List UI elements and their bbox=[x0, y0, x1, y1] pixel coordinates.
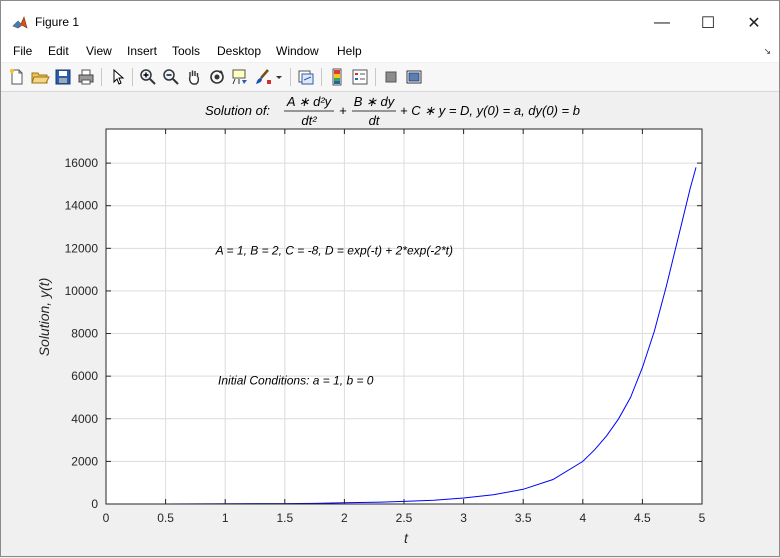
y-tick-label: 8000 bbox=[71, 327, 98, 341]
y-axis-label: Solution, y(t) bbox=[36, 278, 52, 357]
toolbar-separator bbox=[132, 68, 133, 86]
minimize-icon: — bbox=[654, 14, 670, 31]
x-tick-label: 4.5 bbox=[634, 511, 651, 525]
toolbar-separator bbox=[290, 68, 291, 86]
title-frac2-numerator: B ∗ dy bbox=[354, 94, 396, 109]
title-prefix: Solution of: bbox=[205, 103, 270, 118]
x-tick-label: 0.5 bbox=[157, 511, 174, 525]
title-plus: + bbox=[339, 103, 347, 118]
close-button[interactable]: ✕ bbox=[731, 9, 777, 37]
menu-file[interactable]: File bbox=[13, 44, 32, 58]
dropdown-arrow-icon[interactable] bbox=[273, 67, 285, 87]
minimize-button[interactable]: — bbox=[639, 9, 685, 37]
chart-svg: 0 0.5 1 1.5 2 2.5 3 3.5 4 4.5 5 0 2000 4000 6000 8000 10… bbox=[7, 93, 775, 553]
maximize-button[interactable]: ☐ bbox=[685, 9, 731, 37]
show-plot-tools-icon[interactable] bbox=[404, 67, 424, 87]
toolbar-separator bbox=[321, 68, 322, 86]
figure-canvas: 0 0.5 1 1.5 2 2.5 3 3.5 4 4.5 5 0 2000 4000 6000 8000 10… bbox=[7, 93, 775, 553]
y-tick-label: 12000 bbox=[65, 241, 99, 255]
menu-bar: File Edit View Insert Tools Desktop Wind… bbox=[1, 41, 779, 62]
menu-desktop[interactable]: Desktop bbox=[217, 44, 261, 58]
title-tail: + C ∗ y = D, y(0) = a, dy(0) = b bbox=[400, 103, 580, 118]
menu-view[interactable]: View bbox=[86, 44, 112, 58]
toolbar-separator bbox=[375, 68, 376, 86]
menu-help[interactable]: Help bbox=[337, 44, 362, 58]
save-icon[interactable] bbox=[53, 67, 73, 87]
zoom-in-icon[interactable] bbox=[138, 67, 158, 87]
x-tick-label: 3 bbox=[460, 511, 467, 525]
title-frac1-numerator: A ∗ d²y bbox=[286, 94, 333, 109]
title-bar: Figure 1 — ☐ ✕ bbox=[1, 1, 779, 41]
x-tick-label: 0 bbox=[103, 511, 110, 525]
link-plot-icon[interactable] bbox=[296, 67, 316, 87]
menu-window[interactable]: Window bbox=[276, 44, 319, 58]
data-cursor-icon[interactable] bbox=[230, 67, 250, 87]
x-tick-label: 4 bbox=[579, 511, 586, 525]
y-tick-label: 0 bbox=[91, 497, 98, 511]
colorbar-icon[interactable] bbox=[327, 67, 347, 87]
matlab-logo-icon bbox=[12, 15, 28, 31]
menu-tools[interactable]: Tools bbox=[172, 44, 200, 58]
brush-icon[interactable] bbox=[253, 67, 273, 87]
x-tick-label: 2 bbox=[341, 511, 348, 525]
y-tick-label: 16000 bbox=[65, 156, 99, 170]
open-file-icon[interactable] bbox=[30, 67, 50, 87]
x-tick-label: 5 bbox=[699, 511, 706, 525]
menu-insert[interactable]: Insert bbox=[127, 44, 157, 58]
title-frac2-denominator: dt bbox=[369, 113, 381, 128]
title-frac1-denominator: dt² bbox=[301, 113, 317, 128]
annotation-initial-conditions: Initial Conditions: a = 1, b = 0 bbox=[218, 374, 374, 388]
y-tick-label: 4000 bbox=[71, 412, 98, 426]
hide-plot-tools-icon[interactable] bbox=[381, 67, 401, 87]
x-tick-label: 3.5 bbox=[515, 511, 532, 525]
window-title: Figure 1 bbox=[35, 15, 80, 29]
legend-icon[interactable] bbox=[350, 67, 370, 87]
menu-edit[interactable]: Edit bbox=[48, 44, 69, 58]
x-tick-label: 1.5 bbox=[276, 511, 293, 525]
y-tick-label: 6000 bbox=[71, 369, 98, 383]
annotation-coefficients: A = 1, B = 2, C = -8, D = exp(-t) + 2*ex… bbox=[215, 244, 453, 258]
x-tick-label: 1 bbox=[222, 511, 229, 525]
print-icon[interactable] bbox=[76, 67, 96, 87]
close-icon: ✕ bbox=[747, 15, 761, 32]
zoom-out-icon[interactable] bbox=[161, 67, 181, 87]
y-tick-label: 10000 bbox=[65, 284, 99, 298]
figure-window: Figure 1 — ☐ ✕ File Edit View Insert Too… bbox=[0, 0, 780, 557]
y-tick-label: 2000 bbox=[71, 454, 98, 468]
y-tick-label: 14000 bbox=[65, 199, 99, 213]
pan-hand-icon[interactable] bbox=[184, 67, 204, 87]
toolbar-separator bbox=[101, 68, 102, 86]
rotate-3d-icon[interactable] bbox=[207, 67, 227, 87]
maximize-icon: ☐ bbox=[700, 15, 716, 32]
pointer-icon[interactable] bbox=[108, 67, 128, 87]
x-tick-label: 2.5 bbox=[396, 511, 413, 525]
menu-overflow-icon[interactable]: ↘ bbox=[763, 46, 771, 57]
figure-toolbar bbox=[1, 63, 779, 92]
new-figure-icon[interactable] bbox=[7, 67, 27, 87]
